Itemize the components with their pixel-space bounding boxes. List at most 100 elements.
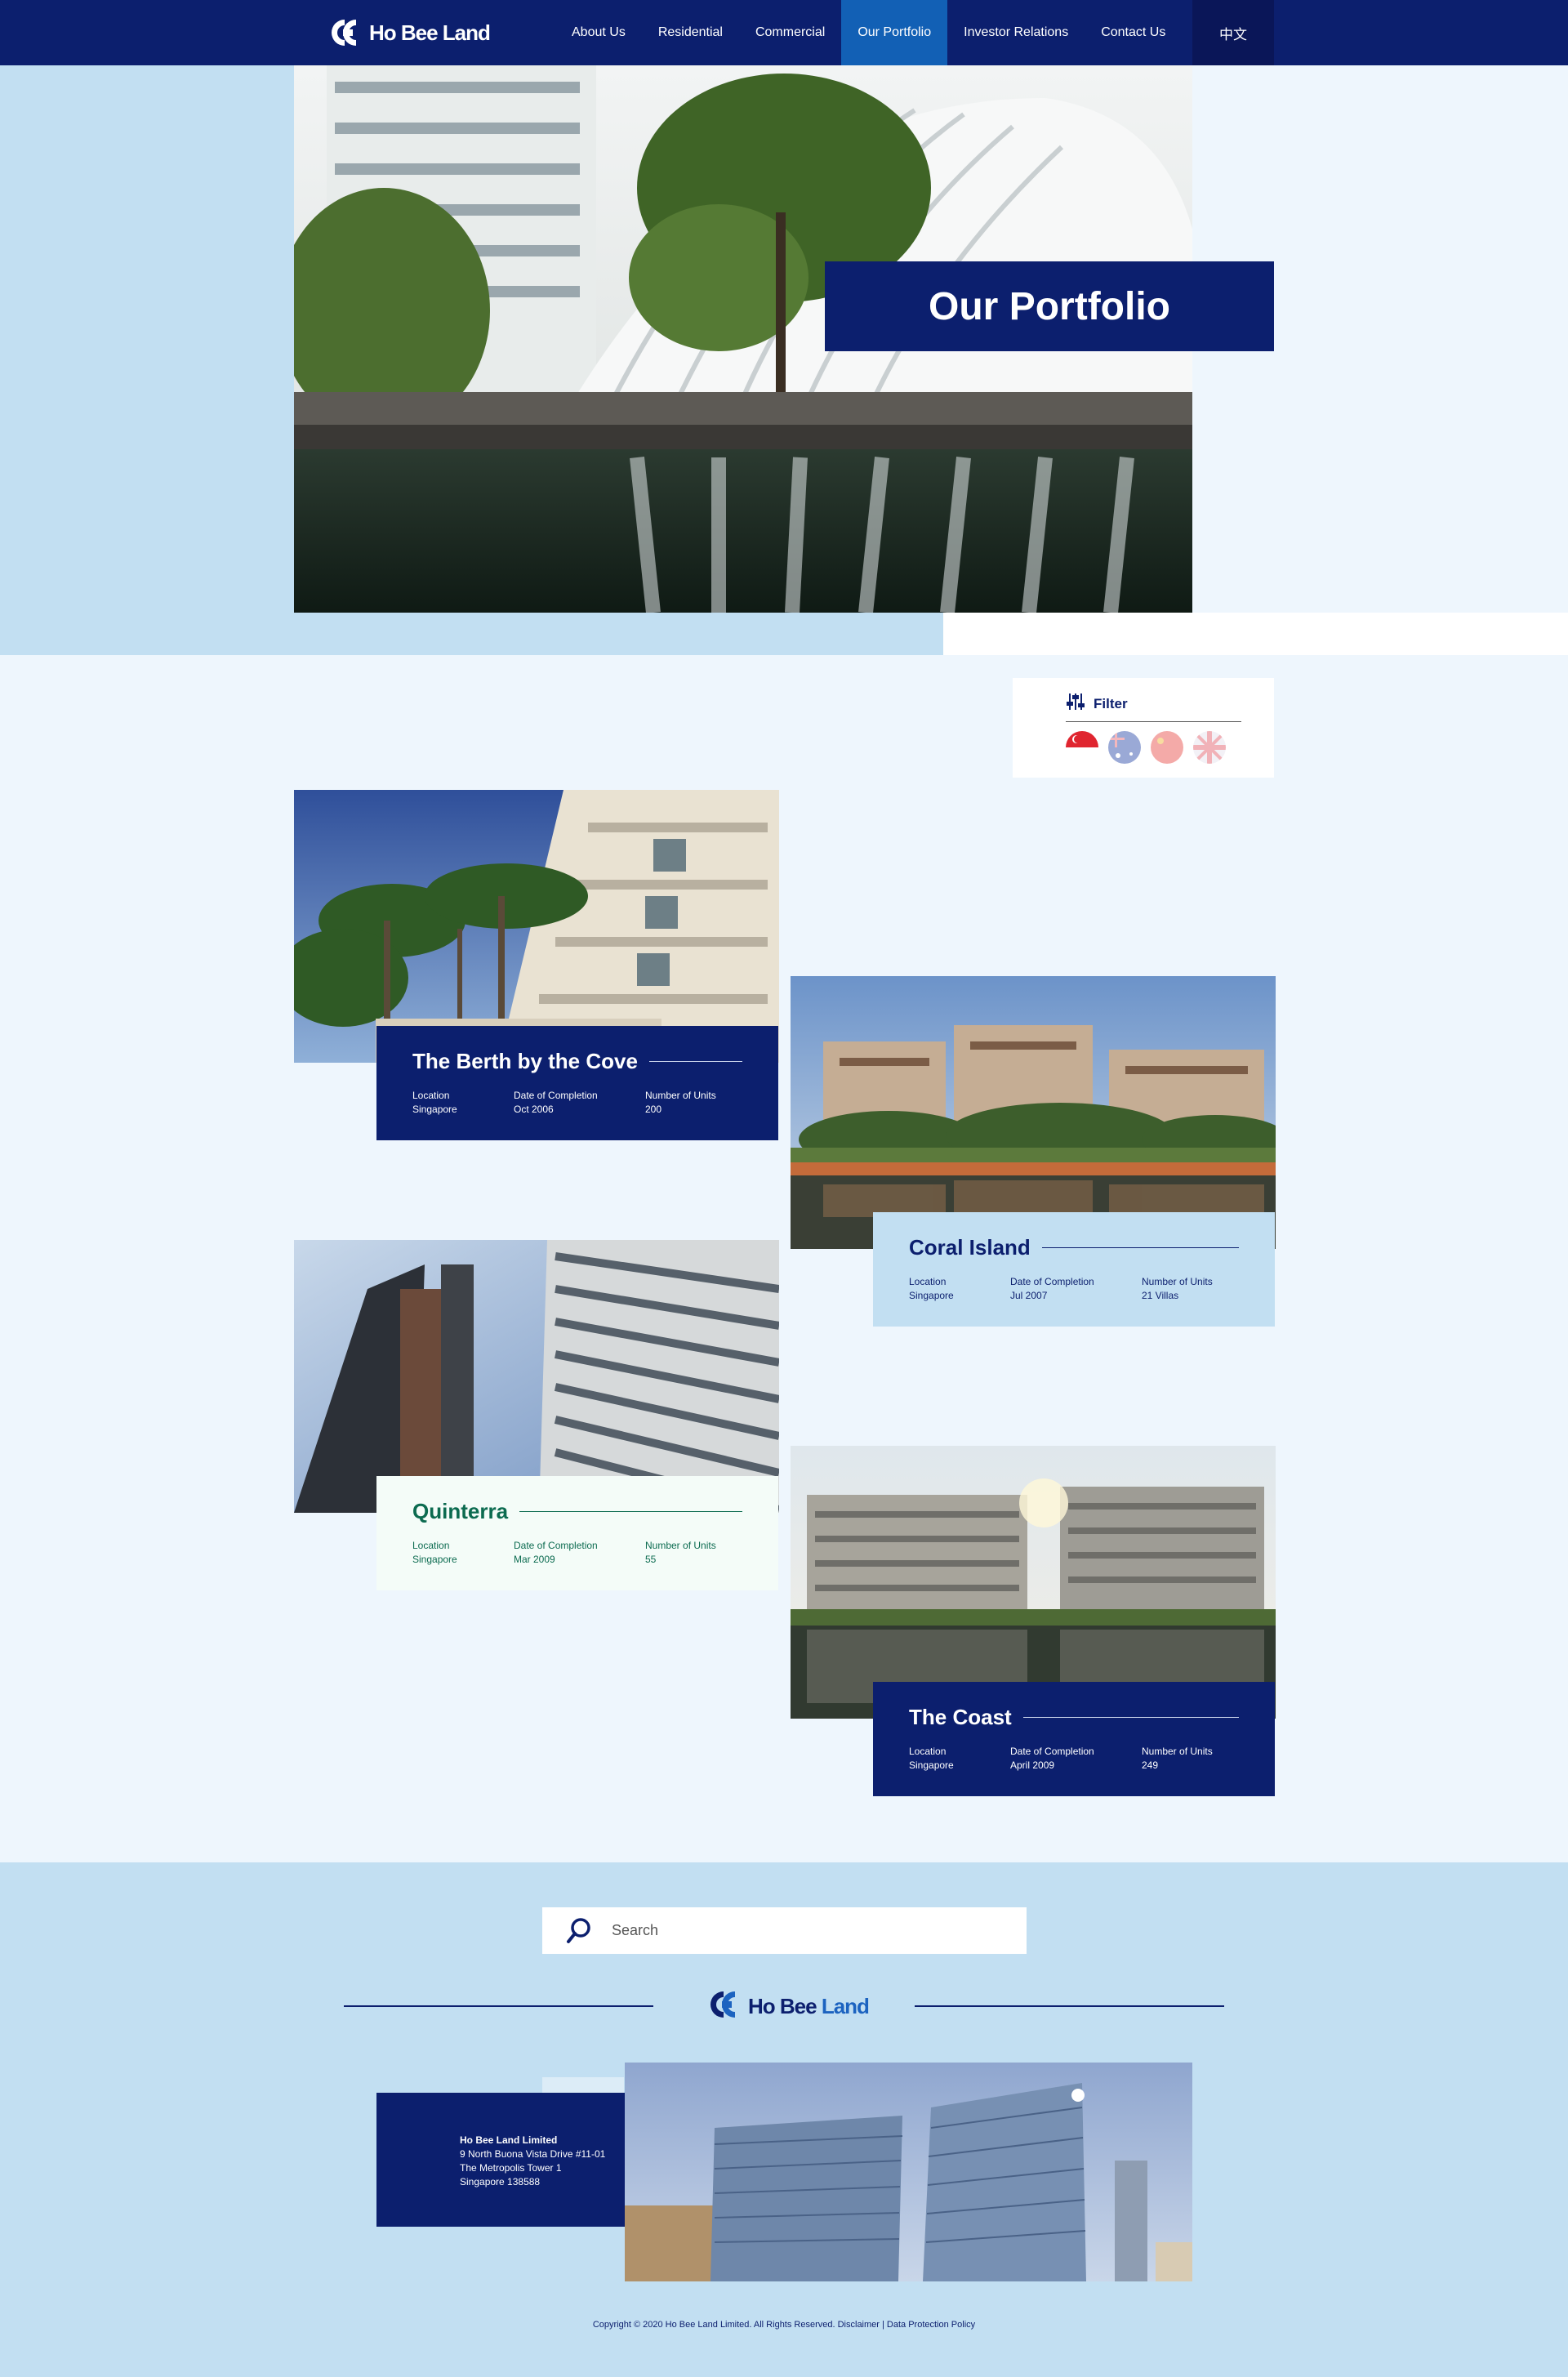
- meta-value: Oct 2006: [514, 1104, 554, 1115]
- meta-label: Location: [412, 1540, 450, 1551]
- brand-name: Ho Bee Land: [369, 20, 491, 45]
- australia-flag-icon[interactable]: [1108, 731, 1141, 764]
- meta-value: 249: [1142, 1759, 1159, 1771]
- project-meta: Location Singapore Date of Completion Mar …: [412, 1539, 742, 1567]
- meta-value: Jul 2007: [1010, 1290, 1048, 1301]
- meta-label: Date of Completion: [1010, 1746, 1094, 1757]
- meta-location: Location Singapore: [412, 1539, 514, 1567]
- united-kingdom-flag-icon[interactable]: [1193, 731, 1226, 764]
- project-title-row: The Coast: [909, 1705, 1239, 1730]
- project-image-coral-island[interactable]: [791, 976, 1276, 1249]
- title-divider: [1022, 1717, 1239, 1718]
- meta-units: Number of Units 200: [645, 1089, 716, 1117]
- decorative-strip: [542, 2077, 624, 2094]
- project-title: Coral Island: [909, 1235, 1031, 1260]
- meta-location: Location Singapore: [909, 1275, 1010, 1303]
- search-icon[interactable]: [563, 1915, 595, 1947]
- nav-residential[interactable]: Residential: [642, 0, 739, 65]
- meta-label: Date of Completion: [514, 1540, 598, 1551]
- project-title: The Coast: [909, 1705, 1012, 1729]
- brand-name-part: Land: [821, 1993, 870, 2018]
- title-divider: [519, 1511, 742, 1512]
- meta-label: Location: [909, 1746, 947, 1757]
- language-toggle-button[interactable]: 中文: [1192, 0, 1274, 65]
- meta-completion: Date of Completion Oct 2006: [514, 1089, 645, 1117]
- nav-our-portfolio[interactable]: Our Portfolio: [841, 0, 948, 65]
- meta-completion: Date of Completion April 2009: [1010, 1745, 1142, 1773]
- building-logo-icon: [1071, 2089, 1085, 2102]
- meta-label: Number of Units: [1142, 1746, 1213, 1757]
- brand-name-part: Ho Bee: [748, 1993, 822, 2018]
- footer-brand-name: Ho Bee Land: [748, 1993, 870, 2019]
- meta-value: April 2009: [1010, 1759, 1055, 1771]
- filter-panel: Filter: [1013, 678, 1274, 778]
- meta-value: Singapore: [909, 1290, 954, 1301]
- china-flag-icon[interactable]: [1151, 731, 1183, 764]
- project-title: The Berth by the Cove: [412, 1049, 638, 1073]
- footer-divider-right: [915, 2005, 1224, 2007]
- project-meta: Location Singapore Date of Completion Apri…: [909, 1745, 1239, 1773]
- project-image-berth[interactable]: [294, 790, 779, 1063]
- filter-divider: [1066, 721, 1241, 722]
- meta-value: Mar 2009: [514, 1554, 555, 1565]
- meta-label: Location: [412, 1090, 450, 1101]
- ho-bee-logo-icon: [328, 17, 364, 48]
- meta-completion: Date of Completion Mar 2009: [514, 1539, 645, 1567]
- project-card-quinterra[interactable]: Quinterra Location Singapore Date of Comp…: [376, 1476, 778, 1590]
- meta-label: Number of Units: [645, 1090, 716, 1101]
- nav-menu: About Us Residential Commercial Our Port…: [555, 0, 1182, 65]
- project-title: Quinterra: [412, 1499, 509, 1523]
- footer-divider-left: [344, 2005, 653, 2007]
- meta-value: Singapore: [412, 1554, 457, 1565]
- meta-value: 21 Villas: [1142, 1290, 1179, 1301]
- project-title-row: Coral Island: [909, 1235, 1239, 1260]
- singapore-flag-icon[interactable]: [1066, 731, 1098, 764]
- address-line: The Metropolis Tower 1: [460, 2162, 562, 2174]
- meta-label: Date of Completion: [1010, 1276, 1094, 1287]
- company-name: Ho Bee Land Limited: [460, 2134, 558, 2146]
- search-box[interactable]: [542, 1907, 1027, 1954]
- nav-contact-us[interactable]: Contact Us: [1085, 0, 1182, 65]
- project-image-quinterra[interactable]: [294, 1240, 779, 1513]
- meta-units: Number of Units 55: [645, 1539, 716, 1567]
- hero-title-box: Our Portfolio: [825, 261, 1274, 351]
- company-address: Ho Bee Land Limited 9 North Buona Vista …: [376, 2093, 626, 2227]
- meta-location: Location Singapore: [412, 1089, 514, 1117]
- country-flags: [1066, 731, 1226, 764]
- project-card-the-coast[interactable]: The Coast Location Singapore Date of Comp…: [873, 1682, 1275, 1796]
- sliders-icon: [1066, 692, 1085, 716]
- meta-units: Number of Units 21 Villas: [1142, 1275, 1213, 1303]
- meta-label: Number of Units: [1142, 1276, 1213, 1287]
- project-card-coral-island[interactable]: Coral Island Location Singapore Date of C…: [873, 1212, 1275, 1327]
- top-nav: Ho Bee Land About Us Residential Commerc…: [0, 0, 1568, 65]
- search-input[interactable]: [612, 1922, 1004, 1939]
- address-line: 9 North Buona Vista Drive #11-01: [460, 2148, 606, 2160]
- footer-logo[interactable]: Ho Bee Land: [707, 1988, 870, 2025]
- meta-location: Location Singapore: [909, 1745, 1010, 1773]
- project-meta: Location Singapore Date of Completion Jul …: [909, 1275, 1239, 1303]
- meta-label: Location: [909, 1276, 947, 1287]
- page-title: Our Portfolio: [929, 284, 1170, 328]
- nav-investor-relations[interactable]: Investor Relations: [947, 0, 1085, 65]
- address-line: Singapore 138588: [460, 2176, 541, 2187]
- brand-logo[interactable]: Ho Bee Land: [328, 16, 491, 49]
- nav-about-us[interactable]: About Us: [555, 0, 642, 65]
- title-divider: [1041, 1247, 1239, 1248]
- filter-toggle[interactable]: Filter: [1066, 692, 1128, 716]
- meta-value: 200: [645, 1104, 662, 1115]
- meta-label: Number of Units: [645, 1540, 716, 1551]
- project-image-the-coast[interactable]: [791, 1446, 1276, 1719]
- title-divider: [648, 1061, 742, 1062]
- meta-units: Number of Units 249: [1142, 1745, 1213, 1773]
- nav-commercial[interactable]: Commercial: [739, 0, 841, 65]
- meta-completion: Date of Completion Jul 2007: [1010, 1275, 1142, 1303]
- meta-value: Singapore: [412, 1104, 457, 1115]
- meta-label: Date of Completion: [514, 1090, 598, 1101]
- project-card-berth[interactable]: The Berth by the Cove Location Singapore …: [376, 1026, 778, 1140]
- project-meta: Location Singapore Date of Completion Oct …: [412, 1089, 742, 1117]
- project-title-row: The Berth by the Cove: [412, 1049, 742, 1074]
- ho-bee-logo-icon: [707, 1988, 743, 2025]
- headquarters-photo: [625, 2063, 1192, 2281]
- copyright-text: Copyright © 2020 Ho Bee Land Limited. Al…: [592, 2320, 976, 2330]
- meta-value: Singapore: [909, 1759, 954, 1771]
